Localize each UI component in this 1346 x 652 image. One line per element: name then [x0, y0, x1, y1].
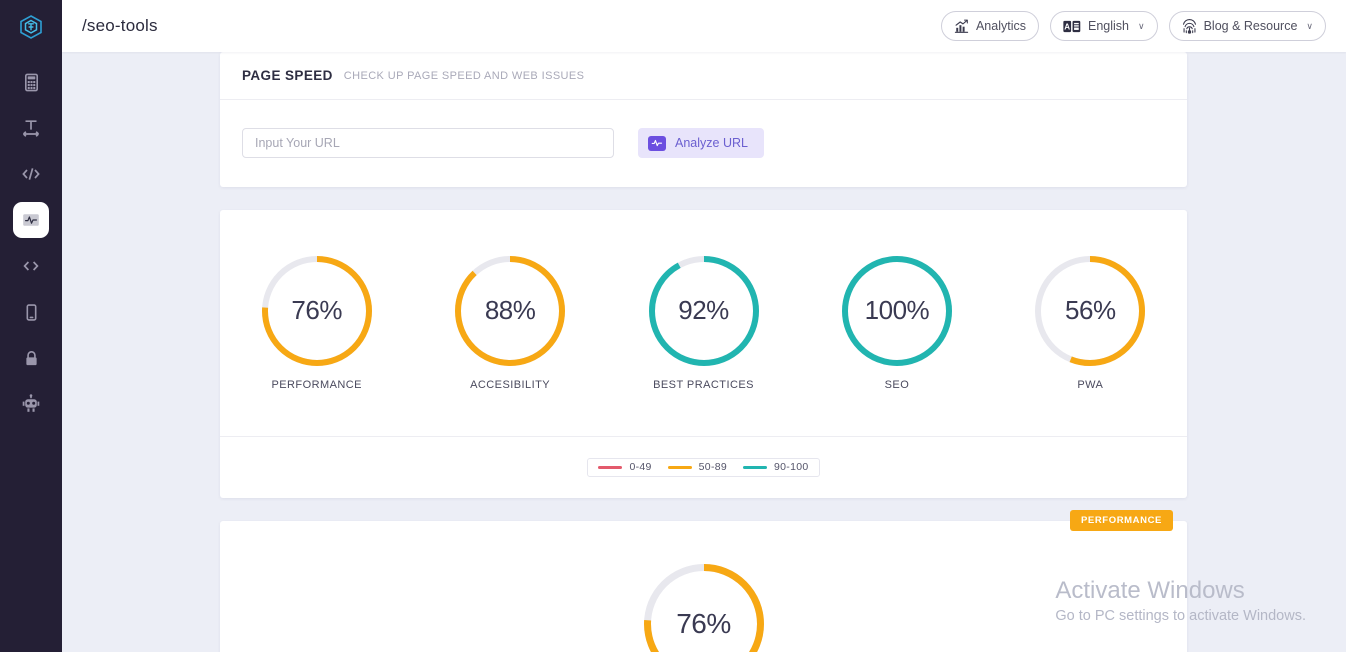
performance-detail-card: PERFORMANCE 76%: [220, 510, 1187, 652]
chevron-down-icon: ∨: [1138, 20, 1145, 31]
cube-hexagon-logo-icon: [20, 15, 42, 39]
gauge-value: 92%: [678, 295, 729, 325]
page-subtitle: CHECK UP PAGE SPEED AND WEB ISSUES: [343, 69, 585, 82]
analytics-chart-icon: [954, 19, 969, 33]
analyze-pulse-icon: [648, 135, 666, 151]
gauge-cell-pwa: 56% PWA: [994, 255, 1187, 391]
calculator-icon: [24, 73, 38, 91]
legend-swatch: [667, 465, 692, 469]
gauge-value: 100%: [864, 295, 930, 325]
fingerprint-icon: [1182, 19, 1196, 34]
analyze-url-button[interactable]: Analyze URL: [638, 128, 764, 158]
scores-card: 76% PERFORMANCE 88% ACCESIBILITY 92% BEST PRA…: [220, 210, 1187, 498]
page-content: PAGE SPEED CHECK UP PAGE SPEED AND WEB I…: [62, 52, 1346, 652]
sidebar-item-code-brackets[interactable]: [13, 248, 49, 284]
legend-item: 0-49: [598, 461, 651, 473]
url-input[interactable]: [242, 128, 614, 158]
sidebar-item-page-speed[interactable]: [13, 202, 49, 238]
svg-text:A: A: [1064, 22, 1070, 31]
gauge-label: PERFORMANCE: [271, 378, 362, 391]
gauge-cell-seo: 100% SEO: [800, 255, 993, 391]
mobile-device-icon: [26, 303, 36, 321]
legend-label: 50-89: [698, 461, 728, 473]
performance-gauge-wrap: 76%: [220, 521, 1187, 652]
sidebar-item-mobile[interactable]: [13, 294, 49, 330]
gauges-row: 76% PERFORMANCE 88% ACCESIBILITY 92% BEST PRA…: [220, 210, 1187, 437]
analyze-url-button-label: Analyze URL: [675, 136, 748, 150]
sidebar-item-security[interactable]: [13, 340, 49, 376]
lock-icon: [25, 350, 37, 365]
blog-resource-button-label: Blog & Resource: [1203, 19, 1298, 33]
page-speed-card: PAGE SPEED CHECK UP PAGE SPEED AND WEB I…: [220, 52, 1187, 187]
page-speed-card-body: Analyze URL: [220, 100, 1187, 186]
sidebar: [0, 0, 62, 652]
sidebar-item-robots[interactable]: [13, 386, 49, 422]
legend-swatch: [598, 465, 623, 469]
robot-icon: [22, 394, 40, 412]
gauge-ring: 92%: [648, 255, 759, 366]
legend-label: 90-100: [774, 461, 809, 473]
sidebar-item-code-slash[interactable]: [13, 156, 49, 192]
analytics-button-label: Analytics: [975, 19, 1026, 33]
gauge-ring: 56%: [1035, 255, 1146, 366]
blog-resource-button[interactable]: Blog & Resource ∨: [1168, 11, 1326, 41]
legend-row: 0-49 50-89 90-100: [220, 437, 1187, 497]
code-slash-icon: [22, 168, 40, 180]
gauge-label: PWA: [1077, 378, 1104, 391]
score-legend: 0-49 50-89 90-100: [587, 457, 820, 477]
legend-label: 0-49: [629, 461, 652, 473]
sidebar-item-text-width[interactable]: [13, 110, 49, 146]
gauge-cell-accesibility: 88% ACCESIBILITY: [413, 255, 606, 391]
status-badge: PERFORMANCE: [1069, 510, 1173, 531]
legend-swatch: [743, 465, 768, 469]
app-logo[interactable]: [0, 0, 62, 54]
gauge-cell-best-practices: 92% BEST PRACTICES: [607, 255, 800, 391]
legend-item: 90-100: [743, 461, 809, 473]
language-button-label: English: [1088, 19, 1129, 33]
header-actions: Analytics A English ∨ Blog & Resource ∨: [940, 11, 1326, 41]
page-speed-card-header: PAGE SPEED CHECK UP PAGE SPEED AND WEB I…: [220, 52, 1187, 100]
legend-item: 50-89: [667, 461, 728, 473]
activity-pulse-icon: [23, 214, 39, 226]
gauge-label: SEO: [884, 378, 910, 391]
language-button[interactable]: A English ∨: [1050, 11, 1158, 41]
gauge-value: 88%: [484, 295, 536, 325]
top-header: /seo-tools Analytics A English ∨ Blog & …: [62, 0, 1346, 52]
text-width-icon: [22, 120, 40, 137]
language-translate-icon: A: [1063, 20, 1081, 32]
sidebar-item-calculator[interactable]: [13, 64, 49, 100]
chevron-down-icon: ∨: [1306, 20, 1313, 31]
app-root: /seo-tools Analytics A English ∨ Blog & …: [0, 0, 1346, 652]
performance-gauge-ring: 76%: [643, 564, 764, 652]
gauge-ring: 100%: [841, 255, 952, 366]
breadcrumb: /seo-tools: [82, 16, 158, 35]
performance-gauge-value: 76%: [676, 608, 731, 639]
code-brackets-icon: [23, 261, 39, 271]
gauge-value: 56%: [1065, 295, 1116, 325]
gauge-label: BEST PRACTICES: [653, 378, 754, 391]
gauge-label: ACCESIBILITY: [470, 378, 551, 391]
analytics-button[interactable]: Analytics: [940, 11, 1039, 41]
gauge-ring: 88%: [455, 255, 566, 366]
page-title: PAGE SPEED: [242, 68, 333, 83]
gauge-cell-performance: 76% PERFORMANCE: [220, 255, 413, 391]
gauge-value: 76%: [291, 295, 342, 325]
gauge-ring: 76%: [261, 255, 372, 366]
